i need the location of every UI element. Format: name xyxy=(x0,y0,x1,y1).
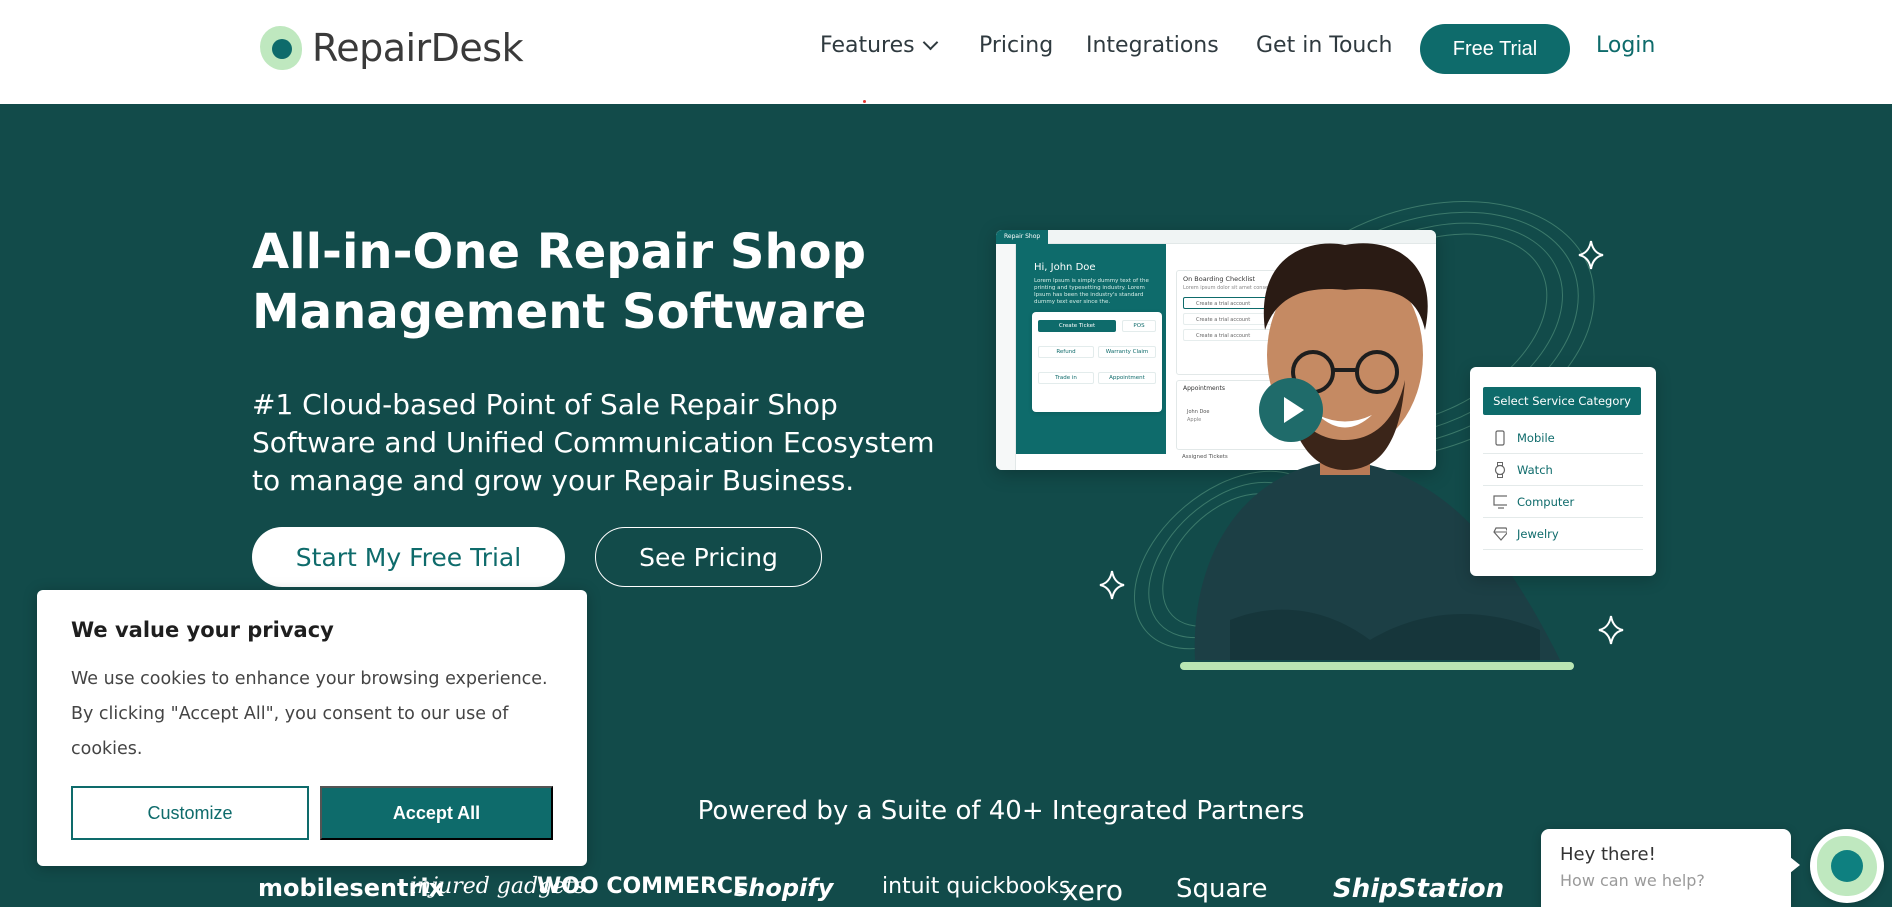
service-item-mobile[interactable]: Mobile xyxy=(1483,422,1643,454)
chat-help-text: How can we help? xyxy=(1560,871,1705,890)
play-icon xyxy=(1284,397,1304,423)
partner-logo-shopify[interactable]: shopify xyxy=(734,874,833,902)
partner-logo-woocommerce[interactable]: WOO COMMERCE xyxy=(537,874,748,899)
service-category-header: Select Service Category xyxy=(1483,387,1641,415)
chat-launcher-button[interactable] xyxy=(1810,829,1884,903)
sparkle-icon xyxy=(1598,615,1624,645)
sparkle-icon xyxy=(1099,570,1125,600)
service-item-jewelry[interactable]: Jewelry xyxy=(1483,518,1643,550)
service-item-label: Jewelry xyxy=(1517,526,1559,541)
chat-greeting: Hey there! xyxy=(1560,844,1656,865)
computer-icon xyxy=(1493,494,1507,509)
cookie-accept-all-button[interactable]: Accept All xyxy=(320,786,553,840)
mobile-icon xyxy=(1493,429,1507,446)
chat-logo-icon xyxy=(1817,836,1877,896)
cookie-text: We use cookies to enhance your browsing … xyxy=(71,669,548,759)
service-item-computer[interactable]: Computer xyxy=(1483,486,1643,518)
chat-greeting-bubble[interactable]: Hey there! How can we help? xyxy=(1541,829,1800,907)
partner-logo-xero[interactable]: xero xyxy=(1062,874,1123,907)
partners-title-text: Powered by a Suite of 40+ Integrated Par… xyxy=(697,796,1305,826)
decorative-green-bar xyxy=(1180,662,1574,670)
partner-logo-quickbooks[interactable]: intuit quickbooks xyxy=(882,874,1070,899)
sparkle-icon xyxy=(1578,240,1604,270)
service-item-label: Mobile xyxy=(1517,430,1555,445)
service-category-card: Select Service Category Mobile Watch Com… xyxy=(1470,367,1656,576)
partner-logo-shipstation[interactable]: ShipStation xyxy=(1333,874,1504,904)
watch-icon xyxy=(1493,461,1507,478)
cookie-consent-banner: We value your privacy We use cookies to … xyxy=(37,590,587,866)
service-item-label: Watch xyxy=(1517,462,1553,477)
service-item-watch[interactable]: Watch xyxy=(1483,454,1643,486)
partner-logo-square[interactable]: Square xyxy=(1176,874,1268,904)
cookie-customize-button[interactable]: Customize xyxy=(71,786,309,840)
cookie-title: We value your privacy xyxy=(71,618,334,642)
play-video-button[interactable] xyxy=(1259,378,1323,442)
jewelry-icon xyxy=(1493,526,1507,541)
service-item-label: Computer xyxy=(1517,494,1575,509)
